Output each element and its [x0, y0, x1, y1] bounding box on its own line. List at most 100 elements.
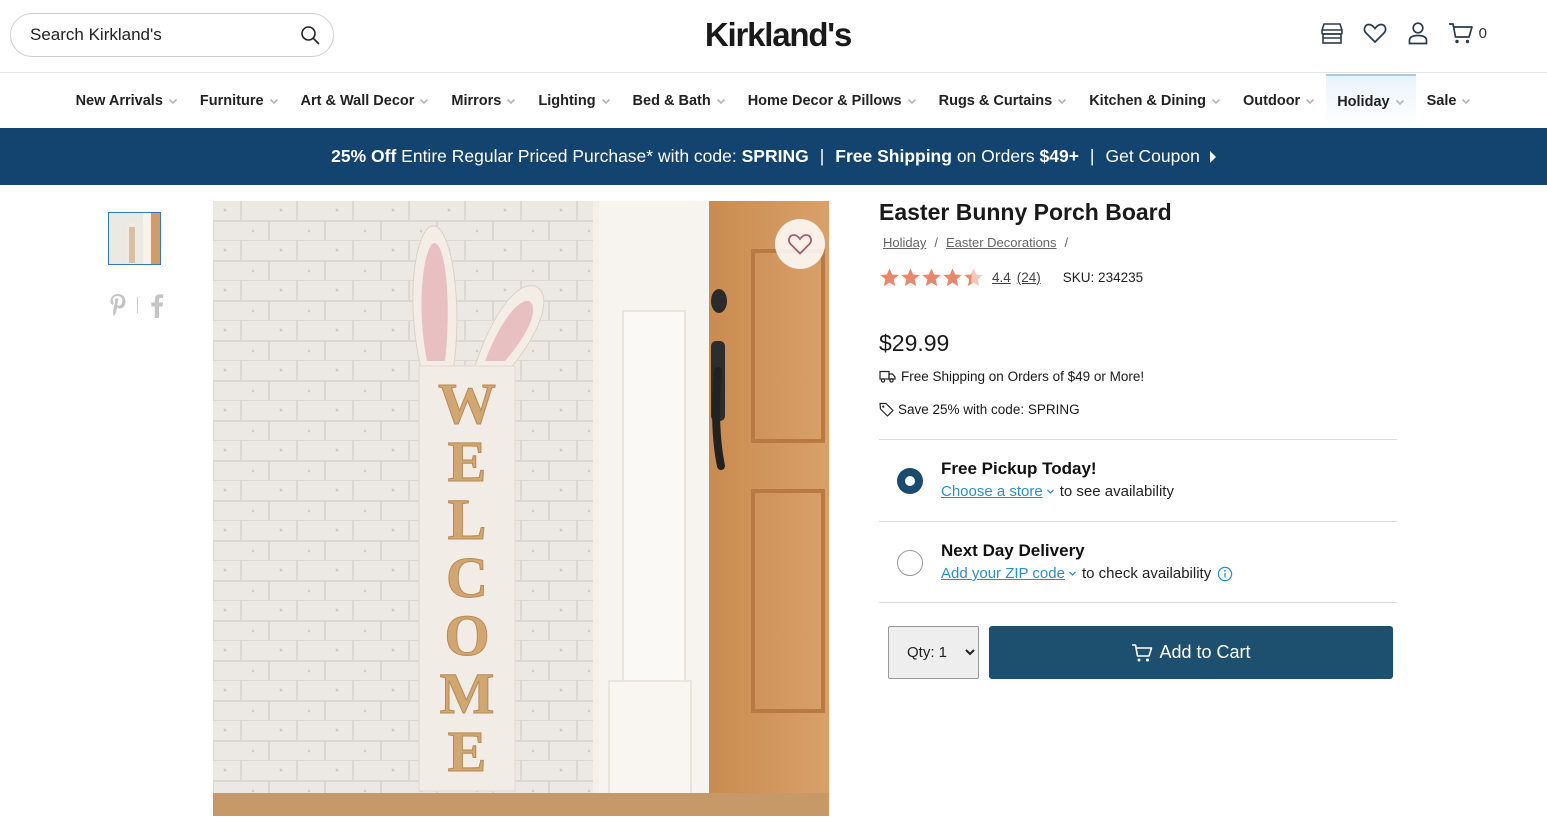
board-letter: M	[440, 661, 495, 726]
add-to-cart-button[interactable]: Add to Cart	[989, 626, 1393, 679]
nav-item-label: Outdoor	[1243, 93, 1301, 109]
promo-code: SPRING	[741, 146, 809, 166]
chevron-down-icon	[1057, 96, 1067, 106]
promo-note: Save 25% with code: SPRING	[879, 402, 1080, 417]
chevron-down-icon	[1395, 97, 1405, 107]
breadcrumb-easter-decorations[interactable]: Easter Decorations	[946, 235, 1057, 250]
choose-store-link[interactable]: Choose a store	[941, 483, 1055, 500]
shipping-note-text: Free Shipping on Orders of $49 or More!	[901, 369, 1145, 384]
delivery-option[interactable]: Next Day Delivery Add your ZIP code to c…	[879, 521, 1397, 603]
search-bar[interactable]	[10, 13, 334, 57]
info-icon[interactable]	[1217, 566, 1233, 582]
chevron-down-icon	[716, 96, 726, 106]
add-to-wishlist-button[interactable]	[775, 219, 825, 269]
pickup-option[interactable]: Free Pickup Today! Choose a store to see…	[879, 439, 1397, 521]
nav-item-sale[interactable]: Sale	[1416, 74, 1483, 128]
chevron-down-icon	[269, 96, 279, 106]
nav-item-mirrors[interactable]: Mirrors	[440, 74, 527, 128]
chevron-down-icon	[1461, 96, 1471, 106]
promo-shipping-text: on Orders	[951, 146, 1040, 166]
site-logo[interactable]: Kirkland's	[700, 16, 856, 54]
nav-item-label: Art & Wall Decor	[300, 93, 415, 109]
nav-item-new-arrivals[interactable]: New Arrivals	[65, 74, 189, 128]
breadcrumb-separator: /	[934, 235, 938, 250]
product-main-image[interactable]: WELCOME	[213, 201, 829, 816]
board-letter: E	[448, 429, 487, 494]
delivery-radio[interactable]	[897, 550, 923, 576]
nav-item-outdoor[interactable]: Outdoor	[1232, 74, 1326, 128]
shopping-cart-icon[interactable]	[1448, 20, 1474, 46]
truck-icon	[879, 370, 896, 383]
review-count[interactable]: (24)	[1017, 270, 1041, 285]
chevron-down-icon	[419, 96, 429, 106]
nav-item-label: Lighting	[538, 93, 596, 109]
promo-separator-2: |	[1089, 146, 1095, 166]
board-letter: E	[448, 719, 487, 784]
breadcrumb-holiday[interactable]: Holiday	[883, 235, 926, 250]
site-header: Kirkland's 0	[0, 0, 1547, 73]
chevron-down-icon	[506, 96, 516, 106]
nav-item-label: Sale	[1426, 93, 1457, 109]
star-rating[interactable]	[879, 267, 984, 288]
cart-count: 0	[1478, 24, 1487, 42]
product-thumbnail[interactable]	[108, 212, 161, 265]
nav-item-label: Rugs & Curtains	[938, 93, 1053, 109]
chevron-down-icon	[1046, 487, 1055, 496]
quantity-select[interactable]: Qty: 1	[888, 626, 979, 679]
store-icon[interactable]	[1319, 20, 1345, 46]
account-user-icon[interactable]	[1405, 20, 1431, 46]
delivery-availability-text: to check availability	[1081, 565, 1212, 582]
product-price: $29.99	[879, 330, 950, 356]
nav-item-rugs-curtains[interactable]: Rugs & Curtains	[928, 74, 1079, 128]
board-letter: C	[446, 545, 488, 610]
promo-text: Entire Regular Priced Purchase* with cod…	[396, 146, 742, 166]
nav-item-bed-bath[interactable]: Bed & Bath	[622, 74, 737, 128]
share-links	[108, 292, 167, 318]
chevron-down-icon	[1211, 96, 1221, 106]
tag-icon	[879, 402, 894, 417]
pickup-title: Free Pickup Today!	[941, 459, 1097, 478]
header-icons: 0	[1319, 20, 1487, 46]
star-icon	[879, 267, 900, 288]
nav-item-lighting[interactable]: Lighting	[527, 74, 621, 128]
pinterest-icon[interactable]	[108, 292, 128, 318]
wishlist-heart-icon[interactable]	[1362, 20, 1388, 46]
board-letter: W	[438, 371, 496, 436]
caret-right-icon	[1209, 150, 1216, 163]
promo-banner[interactable]: 25% Off Entire Regular Priced Purchase* …	[0, 128, 1547, 185]
pickup-radio[interactable]	[897, 468, 923, 494]
breadcrumb: Holiday / Easter Decorations /	[883, 235, 1068, 250]
promo-shipping-amount: $49+	[1039, 146, 1079, 166]
search-input[interactable]	[30, 25, 299, 45]
choose-store-label: Choose a store	[941, 483, 1043, 500]
star-icon	[900, 267, 921, 288]
chevron-down-icon	[1068, 569, 1077, 578]
nav-item-art-wall-decor[interactable]: Art & Wall Decor	[290, 74, 441, 128]
delivery-subtext: Add your ZIP code to check availability	[941, 565, 1233, 582]
add-to-cart-label: Add to Cart	[1159, 642, 1251, 662]
nav-item-label: New Arrivals	[75, 93, 163, 109]
nav-item-holiday[interactable]: Holiday	[1326, 74, 1416, 128]
board-letter: O	[444, 603, 489, 668]
sku: SKU: 234235	[1062, 270, 1144, 285]
nav-item-label: Holiday	[1337, 94, 1390, 110]
add-zip-link[interactable]: Add your ZIP code	[941, 565, 1077, 582]
main-navigation: New Arrivals Furniture Art & Wall Decor Mir…	[0, 74, 1547, 128]
delivery-title: Next Day Delivery	[941, 541, 1085, 560]
nav-item-kitchen-dining[interactable]: Kitchen & Dining	[1078, 74, 1232, 128]
nav-item-label: Furniture	[199, 93, 264, 109]
chevron-down-icon	[1305, 96, 1315, 106]
rating-value[interactable]: 4.4	[992, 270, 1011, 285]
star-icon	[963, 267, 984, 288]
nav-item-label: Mirrors	[451, 93, 502, 109]
nav-item-furniture[interactable]: Furniture	[189, 74, 290, 128]
pickup-availability-text: to see availability	[1059, 483, 1174, 500]
promo-free-shipping: Free Shipping	[835, 146, 952, 166]
facebook-icon[interactable]	[147, 292, 167, 318]
search-icon[interactable]	[299, 24, 321, 46]
social-divider	[137, 297, 138, 313]
add-zip-label: Add your ZIP code	[941, 565, 1065, 582]
promo-note-text: Save 25% with code: SPRING	[898, 402, 1080, 417]
get-coupon-link[interactable]: Get Coupon	[1105, 146, 1216, 167]
nav-item-home-decor-pillows[interactable]: Home Decor & Pillows	[737, 74, 928, 128]
